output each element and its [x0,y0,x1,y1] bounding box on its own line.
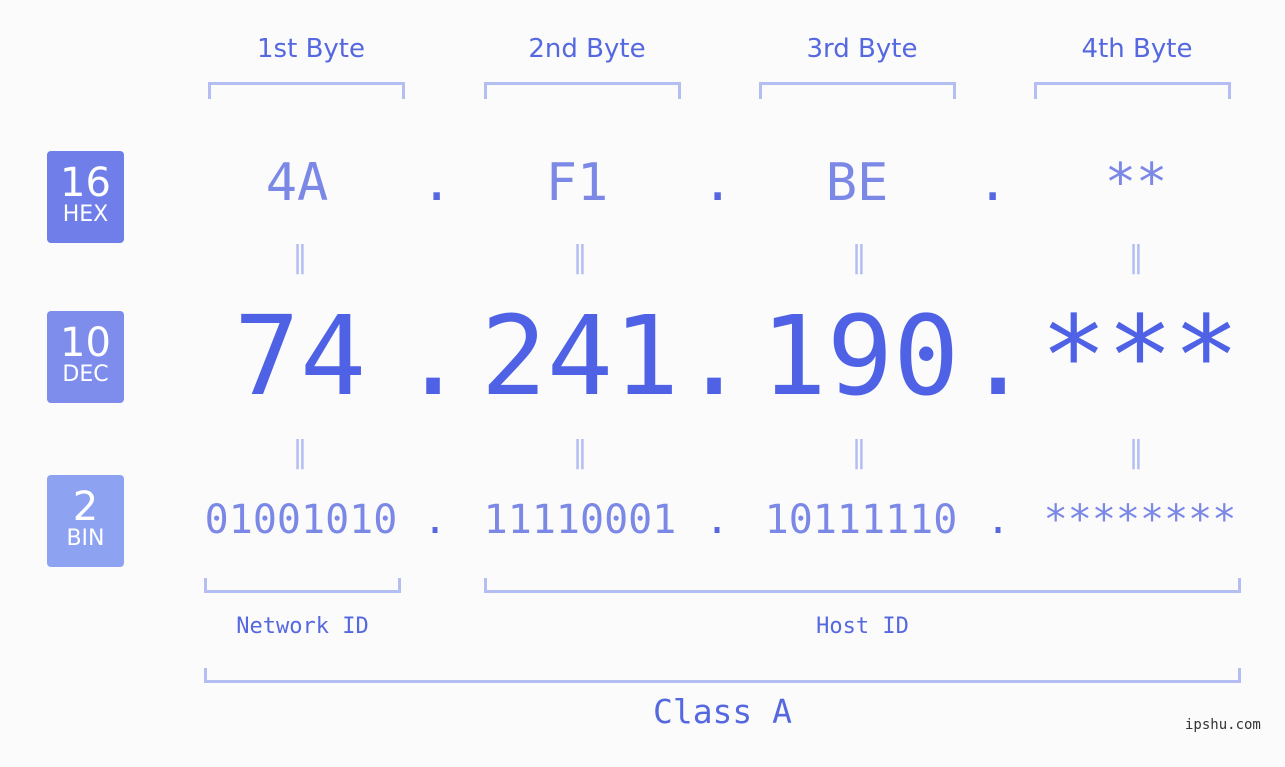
byte-bracket-1 [208,82,405,99]
watermark: ipshu.com [1185,717,1261,733]
bin-badge: 2 BIN [47,475,124,567]
equals-sign: ‖ [851,240,867,275]
hex-byte-2: F1 [545,153,609,213]
class-bracket [204,668,1241,683]
hex-dot-3: . [977,153,1009,213]
hex-badge: 16 HEX [47,151,124,243]
equals-sign: ‖ [1128,435,1144,470]
byte-header-3: 3rd Byte [806,34,918,64]
bin-byte-3: 10111110 [764,497,958,543]
hex-badge-label: HEX [62,202,109,227]
class-label: Class A [652,692,793,731]
network-id-bracket [204,578,401,593]
equals-sign: ‖ [572,435,588,470]
bin-badge-label: BIN [66,526,105,551]
network-id-label: Network ID [236,614,369,639]
hex-dot-1: . [421,153,453,213]
byte-bracket-2 [484,82,681,99]
bin-dot-2: . [705,497,730,543]
equals-sign: ‖ [851,435,867,470]
dec-byte-4: *** [1040,292,1240,420]
equals-sign: ‖ [292,435,308,470]
hex-byte-3: BE [825,153,889,213]
hex-badge-number: 16 [60,160,111,206]
byte-header-1: 1st Byte [257,34,365,64]
dec-badge-number: 10 [60,320,111,366]
bin-dot-1: . [423,497,448,543]
hex-byte-1: 4A [265,153,329,213]
host-id-bracket [484,578,1241,593]
byte-header-4: 4th Byte [1081,34,1193,64]
equals-sign: ‖ [292,240,308,275]
byte-header-2: 2nd Byte [528,34,646,64]
byte-bracket-3 [759,82,956,99]
equals-sign: ‖ [572,240,588,275]
bin-byte-1: 01001010 [204,497,398,543]
byte-bracket-4 [1034,82,1231,99]
hex-byte-4: ** [1104,153,1168,213]
dec-badge-label: DEC [62,362,109,387]
bin-dot-3: . [986,497,1011,543]
bin-byte-4: ******** [1043,497,1237,543]
equals-sign: ‖ [1128,240,1144,275]
hex-dot-2: . [702,153,734,213]
dec-badge: 10 DEC [47,311,124,403]
bin-badge-number: 2 [72,484,99,530]
bin-byte-2: 11110001 [483,497,677,543]
host-id-label: Host ID [816,614,909,639]
